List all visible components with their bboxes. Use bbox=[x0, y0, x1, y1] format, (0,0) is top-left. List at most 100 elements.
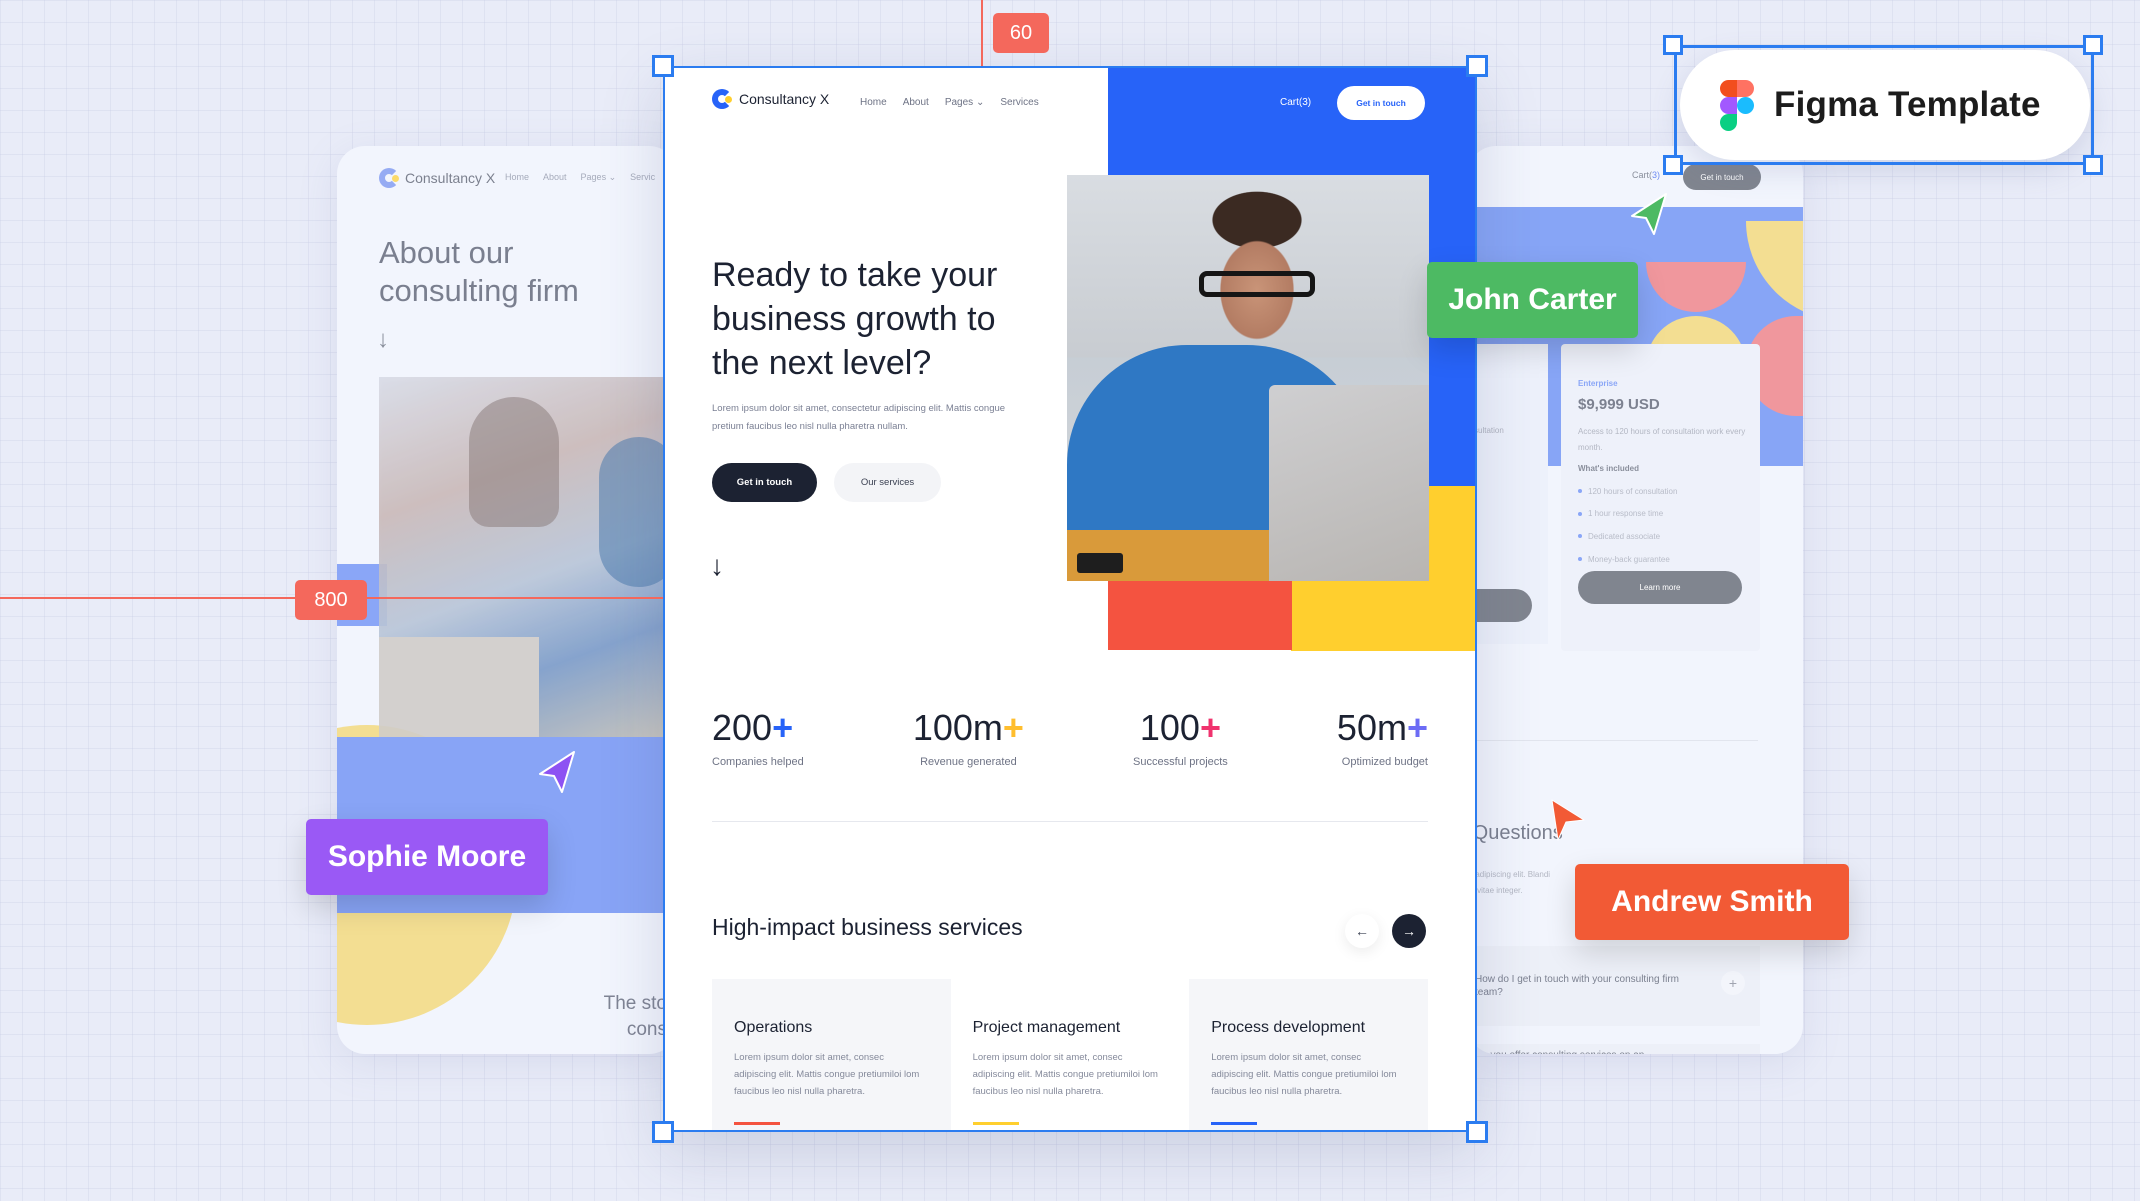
arrow-right-icon: → bbox=[1402, 923, 1416, 939]
stat-value: 100m bbox=[912, 707, 1003, 748]
faq-question: Do you offer consulting services on an bbox=[1475, 1050, 1644, 1054]
service-accent-bar bbox=[734, 1122, 780, 1125]
services-carousel: Operations Lorem ipsum dolor sit amet, c… bbox=[712, 979, 1428, 1132]
resize-handle[interactable] bbox=[1663, 35, 1683, 55]
nav-home[interactable]: Home bbox=[860, 97, 887, 108]
service-accent-bar bbox=[1211, 1122, 1258, 1125]
faq-subtitle-line: rbi vitae integer. bbox=[1468, 886, 1523, 895]
faq-item: Do you offer consulting services on an bbox=[1468, 1044, 1760, 1054]
service-description: Lorem ipsum dolor sit amet, consec adipi… bbox=[1211, 1052, 1397, 1097]
main-nav: Home About Pages ⌄ Services bbox=[860, 97, 1039, 108]
plan-feature-list: 120 hours of consultation 1 hour respons… bbox=[1578, 480, 1677, 570]
faq-question: How do I get in touch with your consulti… bbox=[1475, 974, 1679, 998]
resize-handle-bottom-right[interactable] bbox=[1466, 1121, 1488, 1143]
nav-pages-dropdown[interactable]: Pages ⌄ bbox=[945, 97, 985, 108]
left-nav-home: Home bbox=[505, 172, 530, 182]
carousel-prev-button[interactable]: ← bbox=[1345, 914, 1379, 948]
site-logo[interactable]: Consultancy X bbox=[712, 89, 829, 109]
stat-plus: + bbox=[772, 707, 794, 748]
pricing-plan-enterprise: Enterprise $9,999 USD Access to 120 hour… bbox=[1561, 344, 1760, 651]
our-services-button[interactable]: Our services bbox=[834, 463, 941, 502]
arrow-down-icon[interactable]: ↓ bbox=[710, 552, 724, 580]
resize-handle-top-left[interactable] bbox=[652, 55, 674, 77]
vertical-guide-line bbox=[981, 0, 983, 66]
plan-feature: 120 hours of consultation bbox=[1578, 480, 1677, 503]
resize-handle-top-right[interactable] bbox=[1466, 55, 1488, 77]
left-page-brand: Consultancy X bbox=[405, 170, 496, 186]
story-line-1: The sto bbox=[603, 993, 667, 1014]
badge-selection-border bbox=[1674, 45, 2094, 165]
consultancy-logo-icon bbox=[379, 168, 399, 188]
resize-handle[interactable] bbox=[1663, 155, 1683, 175]
collaborator-tag-john: John Carter bbox=[1427, 262, 1638, 338]
stat-label: Optimized budget bbox=[1341, 756, 1428, 768]
divider bbox=[712, 821, 1428, 822]
left-page-nav: Home About Pages ⌄ Servic bbox=[505, 172, 655, 183]
width-measure-horizontal: 800 bbox=[295, 580, 367, 620]
stat-item: 200+ Companies helped bbox=[712, 706, 804, 768]
nav-services[interactable]: Services bbox=[1000, 97, 1038, 108]
spacing-measure-vertical: 60 bbox=[993, 13, 1049, 53]
service-accent-bar bbox=[972, 1122, 1019, 1125]
left-nav-pages: Pages ⌄ bbox=[580, 172, 617, 182]
arrow-down-icon: ↓ bbox=[377, 326, 389, 353]
home-page-frame[interactable]: Consultancy X Home About Pages ⌄ Service… bbox=[663, 66, 1477, 1132]
arrow-left-icon: ← bbox=[1355, 923, 1369, 939]
carousel-next-button[interactable]: → bbox=[1392, 914, 1426, 948]
story-line-2: cons bbox=[626, 1019, 667, 1040]
get-in-touch-button[interactable]: Get in touch bbox=[1337, 86, 1425, 120]
plan-feature: Money-back guarantee bbox=[1578, 548, 1677, 571]
decor-shape bbox=[1646, 262, 1746, 312]
cart-prefix: Cart( bbox=[1632, 170, 1652, 180]
resize-handle[interactable] bbox=[2083, 155, 2103, 175]
cursor-icon-john bbox=[1631, 193, 1667, 235]
service-card[interactable]: Operations Lorem ipsum dolor sit amet, c… bbox=[712, 979, 951, 1132]
faq-subtitle: ur adipiscing elit. Blandi rbi vitae int… bbox=[1468, 867, 1550, 899]
collaborator-tag-sophie: Sophie Moore bbox=[306, 819, 548, 895]
stat-plus: + bbox=[1199, 707, 1221, 748]
hero-photo bbox=[1067, 175, 1429, 581]
decor-red-block bbox=[1108, 580, 1292, 650]
plan-price: $9,999 USD bbox=[1578, 396, 1660, 413]
stat-item: 100m+ Revenue generated bbox=[913, 706, 1024, 768]
plan-included-label: What's included bbox=[1578, 464, 1640, 473]
faq-item: How do I get in touch with your consulti… bbox=[1468, 946, 1760, 1026]
hero-get-in-touch-button[interactable]: Get in touch bbox=[712, 463, 817, 502]
left-page-story-heading: The sto cons bbox=[604, 991, 667, 1043]
stat-value: 200 bbox=[712, 707, 773, 748]
left-page-logo: Consultancy X bbox=[379, 168, 495, 188]
stat-value: 100 bbox=[1139, 707, 1200, 748]
stats-row: 200+ Companies helped 100m+ Revenue gene… bbox=[712, 706, 1428, 768]
hero-title: Ready to take your business growth to th… bbox=[712, 256, 998, 382]
stat-value: 50m bbox=[1336, 707, 1407, 748]
divider bbox=[1468, 740, 1758, 741]
service-description: Lorem ipsum dolor sit amet, consec adipi… bbox=[734, 1052, 920, 1097]
cursor-icon-sophie bbox=[539, 751, 575, 793]
cart-link[interactable]: Cart(3) bbox=[1280, 97, 1311, 108]
resize-handle-bottom-left[interactable] bbox=[652, 1121, 674, 1143]
right-page-cart: Cart(3) bbox=[1632, 170, 1660, 180]
nav-about[interactable]: About bbox=[903, 97, 929, 108]
stat-item: 100+ Successful projects bbox=[1133, 706, 1228, 768]
plan-description: Access to 120 hours of consultation work… bbox=[1578, 427, 1746, 452]
cart-suffix: ) bbox=[1657, 170, 1661, 180]
plan-tier: Enterprise bbox=[1578, 379, 1618, 388]
services-title: High-impact business services bbox=[712, 914, 1023, 940]
service-title: Project management bbox=[972, 1019, 1121, 1036]
plan-partial-button bbox=[1468, 589, 1532, 622]
resize-handle[interactable] bbox=[2083, 35, 2103, 55]
consultancy-logo-icon bbox=[712, 89, 732, 109]
left-page-title: About our consulting firm bbox=[379, 235, 579, 308]
decor-shape bbox=[1746, 221, 1803, 321]
stat-item: 50m+ Optimized budget bbox=[1337, 706, 1428, 768]
brand-name: Consultancy X bbox=[739, 91, 830, 107]
service-card[interactable]: Process development Lorem ipsum dolor si… bbox=[1189, 979, 1428, 1132]
about-page-preview: Consultancy X Home About Pages ⌄ Servic … bbox=[337, 146, 677, 1054]
faq-subtitle-line: ur adipiscing elit. Blandi bbox=[1468, 870, 1551, 879]
team-photo bbox=[379, 377, 677, 737]
pricing-plan-partial: sultation bbox=[1468, 344, 1548, 644]
plan-feature: 1 hour response time bbox=[1578, 503, 1677, 526]
service-card[interactable]: Project management Lorem ipsum dolor sit… bbox=[951, 979, 1190, 1132]
right-page-cta-button: Get in touch bbox=[1683, 164, 1761, 190]
stat-label: Companies helped bbox=[712, 756, 804, 768]
